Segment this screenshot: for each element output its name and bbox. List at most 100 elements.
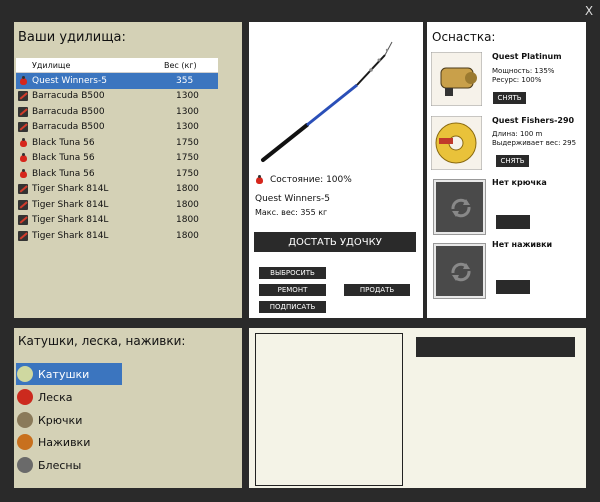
bait-slot[interactable] — [433, 243, 486, 299]
rod-icon — [18, 106, 28, 117]
rod-condition: Состояние: 100% — [255, 175, 352, 185]
rod-row-weight: 1800 — [176, 184, 199, 195]
rod-row-weight: 1300 — [176, 106, 199, 117]
sign-button[interactable]: ПОДПИСАТЬ — [259, 301, 326, 313]
bell-icon — [19, 75, 28, 86]
rod-row[interactable]: Tiger Shark 814L 1800 — [16, 197, 218, 213]
rod-icon — [18, 230, 28, 241]
category-label: Наживки — [38, 435, 91, 449]
rods-table: Удилище Вес (кг) Quest Winners-5 355 Barra… — [16, 58, 218, 244]
rod-row-name: Black Tuna 56 — [32, 168, 95, 179]
items-panel — [249, 328, 586, 488]
rod-row-name: Barracuda B500 — [32, 106, 105, 117]
rod-row-weight: 1800 — [176, 215, 199, 226]
rod-row-weight: 1800 — [176, 199, 199, 210]
rod-row-name: Tiger Shark 814L — [32, 199, 109, 210]
sell-button[interactable]: ПРОДАТЬ — [344, 284, 410, 296]
category-label: Катушки — [38, 367, 90, 381]
category-label: Крючки — [38, 413, 83, 427]
reel-image — [431, 52, 482, 106]
rod-row-icon — [16, 183, 30, 196]
hook-empty-button[interactable] — [496, 215, 530, 229]
line-icon — [17, 389, 33, 405]
rod-row[interactable]: Tiger Shark 814L 1800 — [16, 181, 218, 197]
bell-icon — [19, 153, 28, 163]
category-hook[interactable]: Крючки — [16, 409, 122, 431]
throw-away-button[interactable]: ВЫБРОСИТЬ — [259, 267, 326, 279]
categories-title: Катушки, леска, наживки: — [18, 334, 186, 348]
col-weight: Вес (кг) — [164, 60, 197, 70]
remove-line-button[interactable]: СНЯТЬ — [496, 155, 529, 167]
category-lure[interactable]: Блесны — [16, 454, 122, 476]
hook-icon — [17, 412, 33, 428]
rod-row-icon — [16, 121, 30, 134]
rod-row-name: Tiger Shark 814L — [32, 215, 109, 226]
rod-icon — [18, 199, 28, 210]
rod-icon — [18, 122, 28, 133]
rod-row-icon — [16, 136, 30, 149]
bell-icon — [19, 137, 28, 148]
rod-row[interactable]: Tiger Shark 814L 1800 — [16, 228, 218, 244]
item-action-bar[interactable] — [416, 337, 575, 357]
rod-row-icon — [16, 90, 30, 103]
rods-title: Ваши удилища: — [18, 30, 126, 45]
rods-table-header: Удилище Вес (кг) — [16, 58, 218, 73]
rod-row-name: Black Tuna 56 — [32, 137, 95, 148]
rod-row-icon — [16, 229, 30, 242]
category-line[interactable]: Леска — [16, 386, 122, 408]
reel-icon — [17, 366, 33, 382]
rod-row[interactable]: Black Tuna 56 1750 — [16, 150, 218, 166]
rod-row[interactable]: Quest Winners-5 355 — [16, 73, 218, 89]
rod-icon — [18, 91, 28, 102]
rod-detail-panel: Состояние: 100% Quest Winners-5 Макс. ве… — [249, 22, 423, 318]
rod-row-name: Barracuda B500 — [32, 91, 105, 102]
hook-slot[interactable] — [433, 179, 486, 235]
rod-row-weight: 1750 — [176, 168, 199, 179]
get-rod-button[interactable]: ДОСТАТЬ УДОЧКУ — [254, 232, 416, 252]
bait-empty-button[interactable] — [496, 280, 530, 294]
rod-row[interactable]: Black Tuna 56 1750 — [16, 135, 218, 151]
rod-row-weight: 1300 — [176, 91, 199, 102]
category-reel[interactable]: Катушки — [16, 363, 122, 385]
rod-row-weight: 1750 — [176, 153, 199, 164]
rod-row-icon — [16, 167, 30, 180]
rod-row-weight: 1300 — [176, 122, 199, 133]
bait-icon — [17, 434, 33, 450]
reel-resource: Ресурс: 100% — [492, 76, 542, 84]
rod-row-icon — [16, 214, 30, 227]
refresh-icon — [451, 262, 471, 282]
category-label: Леска — [38, 390, 73, 404]
rod-row-icon — [16, 152, 30, 165]
rod-row[interactable]: Barracuda B500 1300 — [16, 104, 218, 120]
rod-max-weight: Макс. вес: 355 кг — [255, 208, 328, 217]
rod-row-weight: 1800 — [176, 230, 199, 241]
rod-row[interactable]: Tiger Shark 814L 1800 — [16, 212, 218, 228]
tackle-panel: Оснастка: Quest Platinum Мощность: 135% … — [427, 22, 586, 318]
tackle-title: Оснастка: — [432, 30, 496, 44]
refresh-icon — [451, 198, 471, 218]
line-length: Длина: 100 m — [492, 130, 543, 138]
close-button[interactable]: X — [582, 3, 596, 19]
rod-row[interactable]: Black Tuna 56 1750 — [16, 166, 218, 182]
rod-row[interactable]: Barracuda B500 1300 — [16, 88, 218, 104]
bell-icon — [19, 168, 28, 179]
categories-panel: Катушки, леска, наживки: Катушки Леска Крю… — [14, 328, 242, 488]
rod-row-weight: 1750 — [176, 137, 199, 148]
reel-name: Quest Platinum — [492, 52, 562, 61]
rod-icon — [18, 215, 28, 226]
rod-name: Quest Winners-5 — [255, 194, 330, 204]
rod-row-name: Barracuda B500 — [32, 122, 105, 133]
bait-label: Нет наживки — [492, 240, 553, 249]
rod-icon — [18, 184, 28, 195]
rod-condition-text: Состояние: 100% — [270, 175, 352, 185]
lure-icon — [17, 457, 33, 473]
rod-row-name: Black Tuna 56 — [32, 153, 95, 164]
rod-row-weight: 355 — [176, 75, 194, 86]
reel-power: Мощность: 135% — [492, 67, 555, 75]
category-bait[interactable]: Наживки — [16, 431, 122, 453]
repair-button[interactable]: РЕМОНТ — [259, 284, 326, 296]
rod-row[interactable]: Barracuda B500 1300 — [16, 119, 218, 135]
rod-row-name: Tiger Shark 814L — [32, 184, 109, 195]
rod-row-icon — [16, 105, 30, 118]
remove-reel-button[interactable]: СНЯТЬ — [493, 92, 526, 104]
